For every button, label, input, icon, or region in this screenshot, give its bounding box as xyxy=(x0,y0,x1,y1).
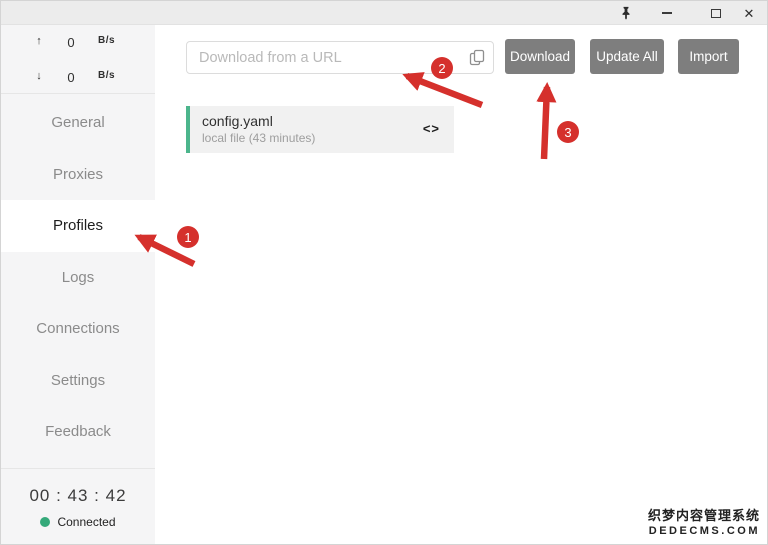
connection-status: Connected xyxy=(1,515,155,529)
profile-name: config.yaml xyxy=(202,113,454,129)
sidebar-item-connections[interactable]: Connections xyxy=(1,303,155,355)
sidebar-item-logs[interactable]: Logs xyxy=(1,252,155,304)
step-badge-3 xyxy=(557,121,579,143)
close-icon: ✕ xyxy=(744,7,755,20)
download-speed-row: ↓ 0 B/s xyxy=(1,70,155,86)
sidebar-item-profiles[interactable]: Profiles xyxy=(1,200,155,252)
maximize-button[interactable] xyxy=(699,1,733,25)
pin-icon xyxy=(619,6,633,20)
upload-speed-row: ↑ 0 B/s xyxy=(1,35,155,51)
minimize-button[interactable] xyxy=(650,1,684,25)
upload-speed-unit: B/s xyxy=(98,35,128,46)
maximize-icon xyxy=(711,9,721,18)
pin-button[interactable] xyxy=(609,1,643,25)
url-input[interactable] xyxy=(186,41,494,74)
connection-status-label: Connected xyxy=(57,515,115,529)
sidebar-item-general[interactable]: General xyxy=(1,97,155,149)
update-all-button[interactable]: Update All xyxy=(590,39,664,74)
download-arrow-icon: ↓ xyxy=(32,70,46,82)
watermark-line1: 织梦内容管理系统 xyxy=(648,505,760,524)
sidebar-nav: General Proxies Profiles Logs Connection… xyxy=(1,97,155,458)
paste-clipboard-icon[interactable] xyxy=(469,49,486,66)
upload-arrow-icon: ↑ xyxy=(32,35,46,47)
download-speed-unit: B/s xyxy=(98,70,128,81)
profile-card[interactable]: config.yaml local file (43 minutes) <> xyxy=(186,106,454,153)
uptime-timer: 00 : 43 : 42 xyxy=(1,486,155,506)
sidebar-item-proxies[interactable]: Proxies xyxy=(1,149,155,201)
upload-speed-value: 0 xyxy=(57,35,85,50)
app-window: ✕ ↑ 0 B/s ↓ 0 B/s General Proxies Profil… xyxy=(0,0,768,545)
close-button[interactable]: ✕ xyxy=(732,1,766,25)
step-number-3: 3 xyxy=(564,125,571,140)
profile-meta: local file (43 minutes) xyxy=(202,131,454,145)
sidebar-item-feedback[interactable]: Feedback xyxy=(1,406,155,458)
annotation-arrow-3 xyxy=(544,87,547,159)
watermark: 织梦内容管理系统 DEDECMS.COM xyxy=(648,505,760,537)
download-button[interactable]: Download xyxy=(505,39,575,74)
edit-code-icon[interactable]: <> xyxy=(423,121,440,136)
annotation-arrow-2 xyxy=(407,76,482,105)
step-badge-1 xyxy=(177,226,199,248)
connected-dot-icon xyxy=(40,517,50,527)
watermark-line2: DEDECMS.COM xyxy=(648,525,760,537)
import-button[interactable]: Import xyxy=(678,39,739,74)
title-bar: ✕ xyxy=(1,1,767,25)
traffic-stats: ↑ 0 B/s ↓ 0 B/s xyxy=(1,25,155,94)
download-speed-value: 0 xyxy=(57,70,85,85)
step-number-1: 1 xyxy=(184,230,191,245)
minimize-icon xyxy=(662,12,672,14)
sidebar: ↑ 0 B/s ↓ 0 B/s General Proxies Profiles… xyxy=(1,25,155,545)
sidebar-item-settings[interactable]: Settings xyxy=(1,355,155,407)
connection-panel: 00 : 43 : 42 Connected xyxy=(1,468,155,545)
